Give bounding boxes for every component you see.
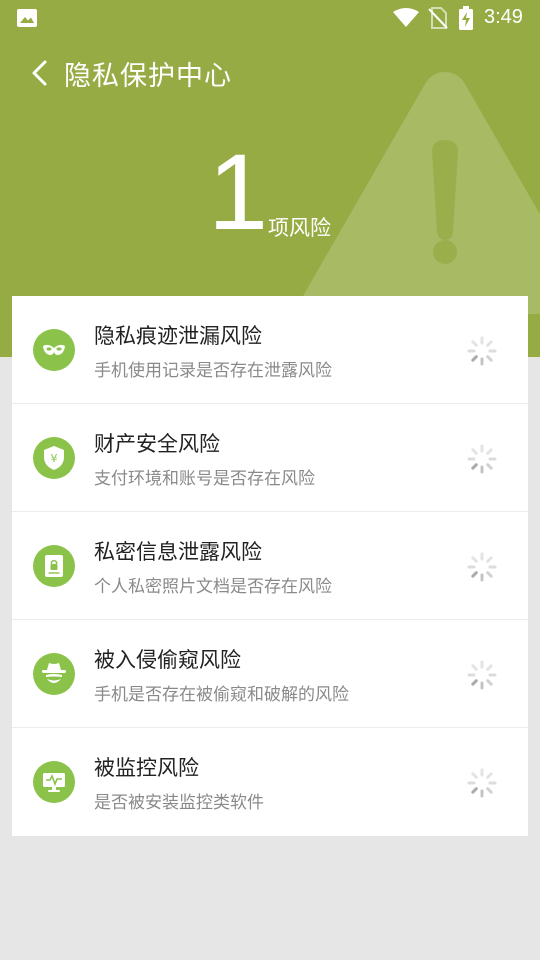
risk-item-title: 私密信息泄露风险: [94, 540, 262, 564]
loading-spinner-icon: [467, 552, 497, 582]
risk-item-monitoring[interactable]: 被监控风险 是否被安装监控类软件: [12, 728, 528, 836]
wifi-icon: [393, 8, 419, 27]
risk-item-property[interactable]: ¥ 财产安全风险 支付环境和账号是否存在风险: [12, 404, 528, 512]
mask-icon: [33, 329, 75, 371]
svg-text:¥: ¥: [51, 452, 58, 465]
loading-spinner-icon: [467, 444, 497, 474]
clock: 3:49: [484, 6, 523, 28]
risk-item-title: 被入侵偷窥风险: [94, 648, 241, 672]
no-sim-icon: [428, 7, 448, 29]
loading-spinner-icon: [467, 768, 497, 798]
risk-item-subtitle: 支付环境和账号是否存在风险: [94, 469, 315, 489]
page-title: 隐私保护中心: [64, 61, 232, 92]
loading-spinner-icon: [467, 336, 497, 366]
spy-icon: [33, 653, 75, 695]
risk-unit-label: 项风险: [268, 216, 331, 240]
monitor-icon: [33, 761, 75, 803]
risk-item-title: 隐私痕迹泄漏风险: [94, 324, 262, 348]
risk-item-title: 财产安全风险: [94, 432, 220, 456]
status-bar: 3:49: [0, 0, 540, 36]
risk-item-private-info[interactable]: 私密信息泄露风险 个人私密照片文档是否存在风险: [12, 512, 528, 620]
risk-item-subtitle: 个人私密照片文档是否存在风险: [94, 577, 332, 597]
shield-yen-icon: ¥: [33, 437, 75, 479]
risk-item-privacy-trace[interactable]: 隐私痕迹泄漏风险 手机使用记录是否存在泄露风险: [12, 296, 528, 404]
lock-document-icon: [33, 545, 75, 587]
risk-item-subtitle: 手机使用记录是否存在泄露风险: [94, 361, 332, 381]
risk-item-title: 被监控风险: [94, 756, 199, 780]
risk-list: 隐私痕迹泄漏风险 手机使用记录是否存在泄露风险 ¥ 财产安全风险 支付环境和账号…: [12, 296, 528, 836]
loading-spinner-icon: [467, 660, 497, 690]
risk-item-intrusion[interactable]: 被入侵偷窥风险 手机是否存在被偷窥和破解的风险: [12, 620, 528, 728]
back-button[interactable]: [26, 56, 54, 90]
image-icon: [17, 9, 37, 27]
risk-count: 1: [208, 131, 269, 252]
battery-charging-icon: [459, 6, 473, 30]
risk-item-subtitle: 是否被安装监控类软件: [94, 793, 264, 813]
risk-item-subtitle: 手机是否存在被偷窥和破解的风险: [94, 685, 349, 705]
